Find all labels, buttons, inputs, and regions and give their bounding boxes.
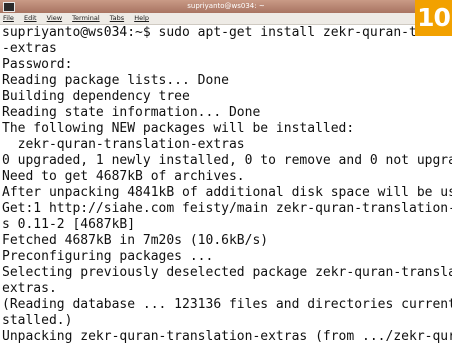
- menu-edit[interactable]: Edit: [20, 13, 41, 24]
- menu-tabs[interactable]: Tabs: [106, 13, 128, 24]
- page-number-badge: 10: [415, 0, 452, 36]
- terminal-line: supriyanto@ws034:~$ sudo apt-get install…: [2, 25, 452, 40]
- terminal-line: extras.: [2, 281, 57, 296]
- terminal-line: Reading state information... Done: [2, 105, 261, 120]
- menu-file[interactable]: File: [0, 13, 18, 24]
- window-title: supriyanto@ws034: ~: [187, 2, 265, 10]
- terminal-line: Preconfiguring packages ...: [2, 249, 214, 264]
- terminal-line: Selecting previously deselected package …: [2, 265, 452, 280]
- terminal-line: Building dependency tree: [2, 89, 190, 104]
- terminal-line: Get:1 http://siahe.com feisty/main zekr-…: [2, 201, 452, 216]
- title-bar[interactable]: supriyanto@ws034: ~: [0, 0, 452, 13]
- terminal-line: Password:: [2, 57, 73, 72]
- terminal-line: zekr-quran-translation-extras: [2, 137, 245, 152]
- terminal-line: Reading package lists... Done: [2, 73, 229, 88]
- terminal-window: supriyanto@ws034: ~ File Edit View Termi…: [0, 0, 452, 344]
- terminal-line: stalled.): [2, 313, 73, 328]
- terminal-line: s 0.11-2 [4687kB]: [2, 217, 136, 232]
- terminal-output[interactable]: supriyanto@ws034:~$ sudo apt-get install…: [0, 25, 452, 344]
- terminal-line: Unpacking zekr-quran-translation-extras …: [2, 329, 452, 344]
- terminal-line: -extras: [2, 41, 57, 56]
- terminal-line: Need to get 4687kB of archives.: [2, 169, 245, 184]
- menu-bar: File Edit View Terminal Tabs Help: [0, 13, 452, 25]
- menu-terminal[interactable]: Terminal: [68, 13, 103, 24]
- menu-help[interactable]: Help: [130, 13, 153, 24]
- terminal-line: 0 upgraded, 1 newly installed, 0 to remo…: [2, 153, 452, 168]
- menu-view[interactable]: View: [43, 13, 66, 24]
- terminal-line: After unpacking 4841kB of additional dis…: [2, 185, 452, 200]
- terminal-line: (Reading database ... 123136 files and d…: [2, 297, 452, 312]
- terminal-line: The following NEW packages will be insta…: [2, 121, 355, 136]
- terminal-line: Fetched 4687kB in 7m20s (10.6kB/s): [2, 233, 269, 248]
